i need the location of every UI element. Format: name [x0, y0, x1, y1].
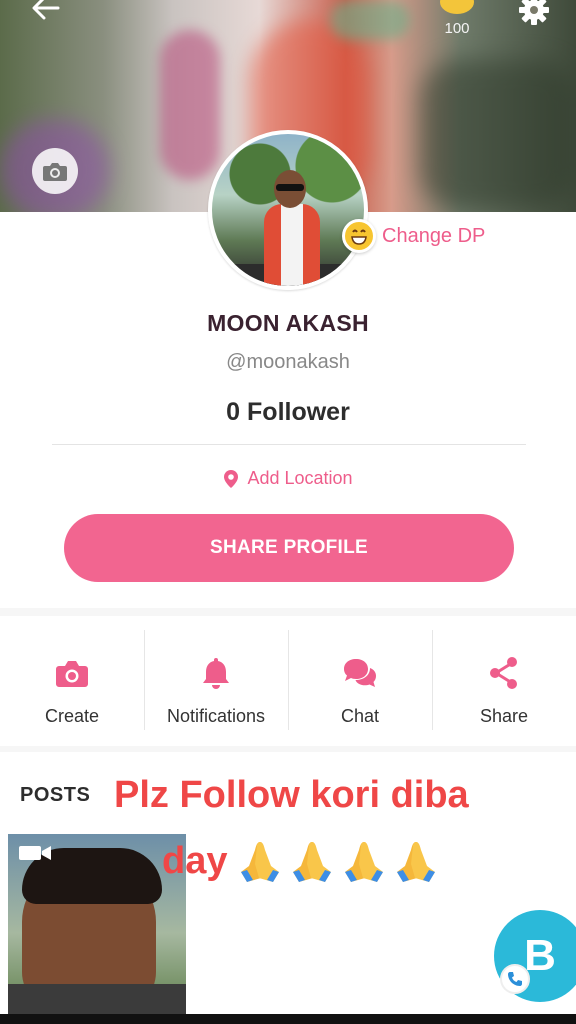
folded-hands-icon: [341, 838, 387, 884]
avatar-photo-detail: [276, 184, 304, 191]
post-thumbnail[interactable]: [8, 834, 186, 1014]
add-location-label: Add Location: [247, 468, 353, 488]
action-label: Chat: [340, 706, 380, 726]
profile-handle: @moonakash: [226, 351, 350, 373]
bell-icon: [203, 658, 229, 689]
chat-button[interactable]: Chat: [288, 616, 432, 746]
overlay-caption-line1: Plz Follow kori diba: [114, 774, 469, 816]
coin-count: 100: [444, 20, 470, 37]
profile-name: MOON AKASH: [207, 310, 369, 336]
camera-icon: [43, 163, 67, 181]
gear-icon: [519, 0, 549, 25]
add-location-button[interactable]: Add Location: [0, 468, 576, 489]
settings-button[interactable]: [516, 0, 552, 26]
change-dp-button[interactable]: Change DP: [342, 216, 485, 256]
share-profile-button[interactable]: SHARE PROFILE: [64, 514, 514, 582]
camera-icon: [56, 661, 88, 687]
posts-title: POSTS: [20, 784, 91, 806]
share-icon: [490, 657, 517, 689]
folded-hands-icon: [237, 838, 283, 884]
share-button[interactable]: Share: [432, 616, 576, 746]
avatar[interactable]: [208, 130, 368, 290]
folded-hands-icon: [393, 838, 439, 884]
smiley-icon: [342, 219, 376, 253]
arrow-left-icon: [32, 0, 60, 20]
action-bar: Create Notifications Chat Share: [0, 616, 576, 746]
phone-icon: [508, 972, 522, 986]
action-label: Share: [479, 706, 529, 726]
cover-photo-detail: [330, 0, 410, 40]
profile-screen: 100 Change DP MOON AKASH @moonakash 0 Fo…: [0, 0, 576, 1024]
post-photo-detail: [8, 984, 186, 1014]
cover-photo-detail: [420, 60, 576, 210]
video-icon: [19, 846, 51, 860]
notifications-button[interactable]: Notifications: [144, 616, 288, 746]
cover-photo-detail: [160, 30, 220, 180]
pray-emoji-group: [237, 838, 439, 884]
action-label: Create: [44, 706, 100, 726]
system-nav-bar: [0, 1014, 576, 1024]
pin-icon: [224, 469, 239, 488]
posts-section: POSTS Plz Follow kori diba day: [0, 752, 576, 1024]
back-button[interactable]: [28, 0, 62, 22]
follower-count[interactable]: 0 Follower: [0, 398, 576, 427]
divider: [52, 444, 526, 445]
action-label: Notifications: [166, 706, 266, 726]
change-dp-label: Change DP: [382, 224, 486, 247]
folded-hands-icon: [289, 838, 335, 884]
change-cover-button[interactable]: [32, 148, 78, 194]
overlay-caption-text: day: [162, 839, 228, 882]
create-button[interactable]: Create: [0, 616, 144, 746]
overlay-caption-line2: day: [162, 838, 439, 884]
avatar-photo-detail: [264, 204, 320, 286]
call-button[interactable]: [500, 964, 530, 994]
chat-bubbles-icon: [344, 659, 376, 687]
